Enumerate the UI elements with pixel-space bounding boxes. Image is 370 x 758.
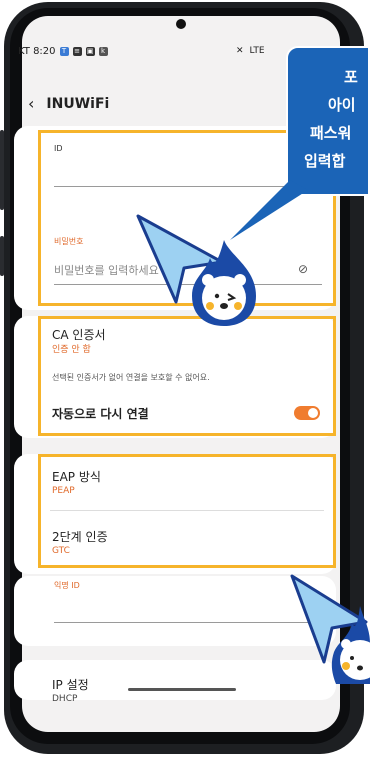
- home-indicator: [128, 688, 236, 691]
- front-camera: [176, 19, 186, 29]
- volume-button: [0, 130, 4, 210]
- status-time: KT 8:20: [18, 46, 56, 57]
- calendar-icon: ▣: [85, 47, 95, 56]
- eap-divider: [50, 510, 324, 511]
- eap-method-label[interactable]: EAP 방식: [52, 468, 101, 485]
- callout-line-4: 입력합: [304, 152, 346, 170]
- ca-title[interactable]: CA 인증서: [52, 326, 106, 343]
- password-label: 비밀번호: [54, 237, 84, 246]
- status-bar: KT 8:20 T ≡ ▣ k: [18, 46, 108, 57]
- phase2-label[interactable]: 2단계 인증: [52, 528, 108, 545]
- id-label: ID: [54, 144, 63, 153]
- kt-icon: k: [98, 47, 108, 56]
- auto-reconnect-label: 자동으로 다시 연결: [52, 407, 149, 421]
- ca-value: 인증 안 함: [52, 345, 91, 355]
- ip-label[interactable]: IP 설정: [52, 676, 89, 693]
- mute-icon: ✕: [236, 46, 244, 56]
- back-icon[interactable]: ‹: [28, 94, 34, 113]
- bear-mascot-icon: [192, 240, 256, 326]
- tip-callout: 포 아이 패스워 입력합: [286, 46, 370, 196]
- network-indicator: LTE: [249, 46, 265, 56]
- callout-line-2: 아이: [328, 96, 356, 114]
- status-indicators: ✕ LTE: [236, 46, 265, 56]
- callout-tail: [230, 180, 308, 240]
- ca-note: 선택된 인증서가 없어 연결을 보호할 수 없어요.: [52, 373, 210, 382]
- eap-method-value: PEAP: [52, 486, 75, 496]
- list-icon: ≡: [72, 47, 82, 56]
- toggle-knob: [308, 408, 318, 418]
- auto-reconnect-toggle[interactable]: [294, 406, 320, 420]
- callout-line-1: 포: [344, 68, 358, 86]
- power-button: [0, 236, 4, 276]
- page-title: INUWiFi: [46, 95, 110, 112]
- visibility-toggle-icon[interactable]: ⊘: [298, 262, 308, 276]
- page-header: ‹ INUWiFi: [28, 94, 109, 113]
- ip-value: DHCP: [52, 694, 78, 704]
- notification-icon: T: [59, 47, 69, 56]
- phase2-value: GTC: [52, 546, 70, 556]
- callout-line-3: 패스워: [310, 124, 352, 142]
- anon-underline[interactable]: [54, 622, 322, 623]
- bear-mascot-icon: [331, 606, 370, 684]
- anon-label: 익명 ID: [54, 581, 80, 590]
